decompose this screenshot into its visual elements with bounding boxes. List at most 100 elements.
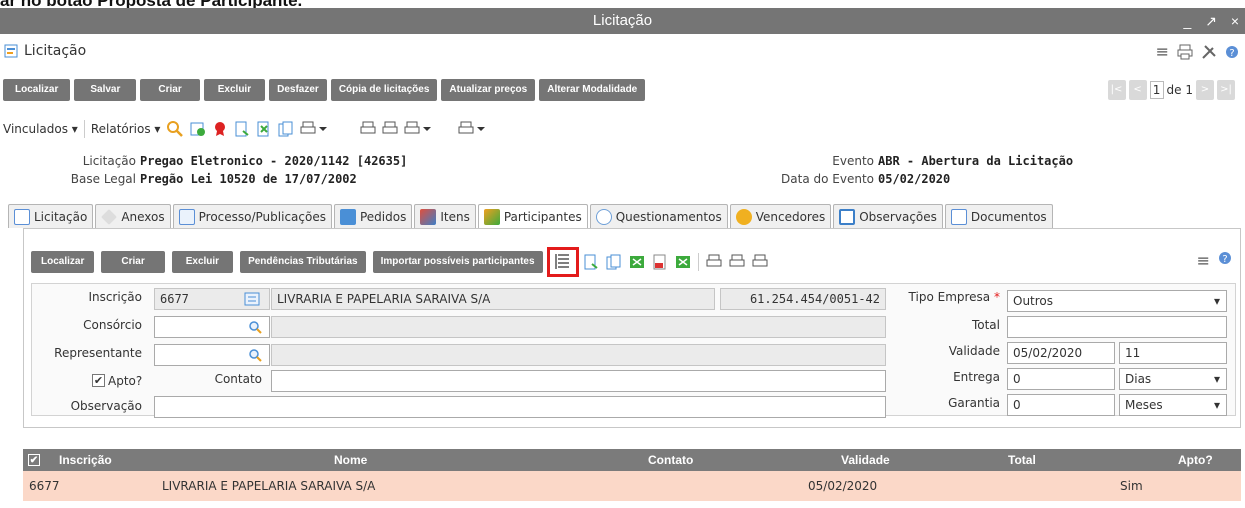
nome-field[interactable]: LIVRARIA E PAPELARIA SARAIVA S/A — [271, 288, 715, 310]
tab-processo-publicacoes[interactable]: Processo/Publicações — [172, 204, 332, 228]
relatorios-menu[interactable]: Relatórios ▾ — [91, 122, 161, 136]
tab-vencedores[interactable]: Vencedores — [729, 204, 832, 228]
cnpj-field[interactable]: 61.254.454/0051-42 — [720, 288, 886, 310]
garantia-field[interactable]: 0 — [1007, 394, 1115, 416]
last-page-icon[interactable]: >| — [1217, 80, 1235, 100]
spreadsheet-icon[interactable] — [629, 254, 645, 270]
column-header-total[interactable]: Total — [1008, 449, 1036, 471]
representante-nome-field[interactable] — [271, 344, 886, 366]
validade-days-field[interactable]: 11 — [1119, 342, 1227, 364]
copy-document-icon[interactable] — [606, 254, 622, 270]
search-icon[interactable] — [248, 348, 262, 362]
salvar-button[interactable]: Salvar — [74, 79, 137, 101]
print-icon[interactable] — [1177, 44, 1193, 60]
pdf-icon[interactable] — [652, 254, 668, 270]
criar-button[interactable]: Criar — [140, 79, 200, 101]
column-header-contato[interactable]: Contato — [648, 449, 693, 471]
data-evento-value: 05/02/2020 — [878, 172, 951, 186]
desfazer-button[interactable]: Desfazer — [269, 79, 327, 101]
column-header-inscricao[interactable]: Inscrição — [59, 449, 112, 471]
tab-documentos[interactable]: Documentos — [944, 204, 1053, 228]
report-icon[interactable] — [583, 254, 599, 270]
importar-participantes-button[interactable]: Importar possíveis participantes — [372, 251, 543, 273]
menu-icon[interactable]: ≡ — [1197, 251, 1210, 270]
medal-icon — [735, 208, 752, 225]
maximize-icon[interactable]: ↗ — [1205, 13, 1217, 29]
garantia-unit-select[interactable]: Meses — [1119, 394, 1227, 416]
tools-icon[interactable] — [1201, 44, 1217, 60]
vinculados-menu[interactable]: Vinculados ▾ — [3, 122, 78, 136]
tab-participantes[interactable]: Participantes — [477, 204, 588, 228]
panel-criar-button[interactable]: Criar — [101, 251, 165, 273]
print-icon[interactable] — [729, 254, 745, 270]
report-icon[interactable] — [234, 121, 250, 137]
help-icon[interactable]: ? — [1218, 251, 1232, 265]
form-icon — [4, 44, 18, 58]
entrega-unit-select[interactable]: Dias — [1119, 368, 1227, 390]
column-header-validade[interactable]: Validade — [841, 449, 890, 471]
tab-pedidos[interactable]: Pedidos — [333, 204, 413, 228]
tab-licitacao[interactable]: Licitação — [8, 204, 94, 228]
pendencias-tributarias-button[interactable]: Pendências Tributárias — [240, 251, 366, 273]
panel-excluir-button[interactable]: Excluir — [171, 251, 234, 273]
export-icon[interactable] — [256, 121, 272, 137]
column-header-nome[interactable]: Nome — [334, 449, 367, 471]
award-icon[interactable] — [212, 121, 228, 137]
excluir-button[interactable]: Excluir — [203, 79, 266, 101]
help-icon[interactable]: ? — [1225, 45, 1239, 59]
tab-itens[interactable]: Itens — [414, 204, 476, 228]
entrega-field[interactable]: 0 — [1007, 368, 1115, 390]
add-record-icon[interactable] — [190, 121, 206, 137]
search-icon[interactable] — [248, 320, 262, 334]
lookup-icon[interactable] — [244, 292, 260, 306]
print-icon[interactable] — [752, 254, 768, 270]
print-dropdown-icon[interactable] — [458, 121, 486, 137]
chat-icon — [595, 208, 612, 225]
tab-bar: Licitação Anexos Processo/Publicações Pe… — [8, 204, 1053, 228]
tipo-empresa-select[interactable]: Outros — [1007, 290, 1227, 312]
select-all-checkbox[interactable]: ✔ — [28, 454, 40, 466]
licitacao-label: Licitação — [82, 154, 136, 168]
minimize-icon[interactable]: _ — [1184, 13, 1192, 29]
column-header-apto[interactable]: Apto? — [1178, 449, 1213, 471]
evento-label: Evento — [832, 154, 874, 168]
menu-icon[interactable]: ≡ — [1156, 42, 1169, 61]
print-dropdown-icon[interactable] — [300, 121, 328, 137]
copy-document-icon[interactable] — [278, 121, 294, 137]
print-icon[interactable] — [360, 121, 376, 137]
page-number-input[interactable]: 1 — [1149, 81, 1164, 99]
table-row[interactable]: 6677 LIVRARIA E PAPELARIA SARAIVA S/A 05… — [23, 471, 1241, 501]
close-icon[interactable]: × — [1231, 13, 1239, 29]
search-icon[interactable] — [166, 120, 184, 138]
copia-licitacoes-button[interactable]: Cópia de licitações — [330, 79, 438, 101]
entrega-label: Entrega — [953, 370, 1000, 384]
next-page-icon[interactable]: > — [1196, 80, 1214, 100]
print-dropdown-icon[interactable] — [404, 121, 432, 137]
tab-anexos[interactable]: Anexos — [95, 204, 171, 228]
evento-summary: Evento ABR - Abertura da Licitação Data d… — [700, 152, 1200, 188]
atualizar-precos-button[interactable]: Atualizar preços — [441, 79, 536, 101]
observacao-field[interactable] — [154, 396, 886, 418]
alterar-modalidade-button[interactable]: Alterar Modalidade — [539, 79, 646, 101]
panel-localizar-button[interactable]: Localizar — [31, 251, 95, 273]
prev-page-icon[interactable]: < — [1128, 80, 1147, 100]
apto-checkbox[interactable]: ✔ — [92, 374, 105, 387]
spreadsheet-icon[interactable] — [675, 254, 691, 270]
print-icon[interactable] — [706, 254, 722, 270]
participantes-panel: Localizar Criar Excluir Pendências Tribu… — [23, 228, 1241, 428]
window-titlebar[interactable]: Licitação _ ↗ × — [0, 8, 1245, 34]
localizar-button[interactable]: Localizar — [3, 79, 71, 101]
toolbar-divider — [697, 253, 699, 271]
consorcio-nome-field[interactable] — [271, 316, 886, 338]
base-legal-label: Base Legal — [70, 172, 136, 186]
contato-field[interactable] — [271, 370, 886, 392]
users-icon — [483, 208, 500, 225]
print-icon[interactable] — [382, 121, 398, 137]
proposta-participante-icon[interactable] — [546, 247, 579, 277]
tab-observacoes[interactable]: Observações — [833, 204, 943, 228]
first-page-icon[interactable]: |< — [1107, 80, 1126, 100]
total-field[interactable] — [1007, 316, 1227, 338]
tab-questionamentos[interactable]: Questionamentos — [589, 204, 728, 228]
tab-label: Participantes — [503, 209, 582, 224]
validade-date-field[interactable]: 05/02/2020 — [1007, 342, 1115, 364]
